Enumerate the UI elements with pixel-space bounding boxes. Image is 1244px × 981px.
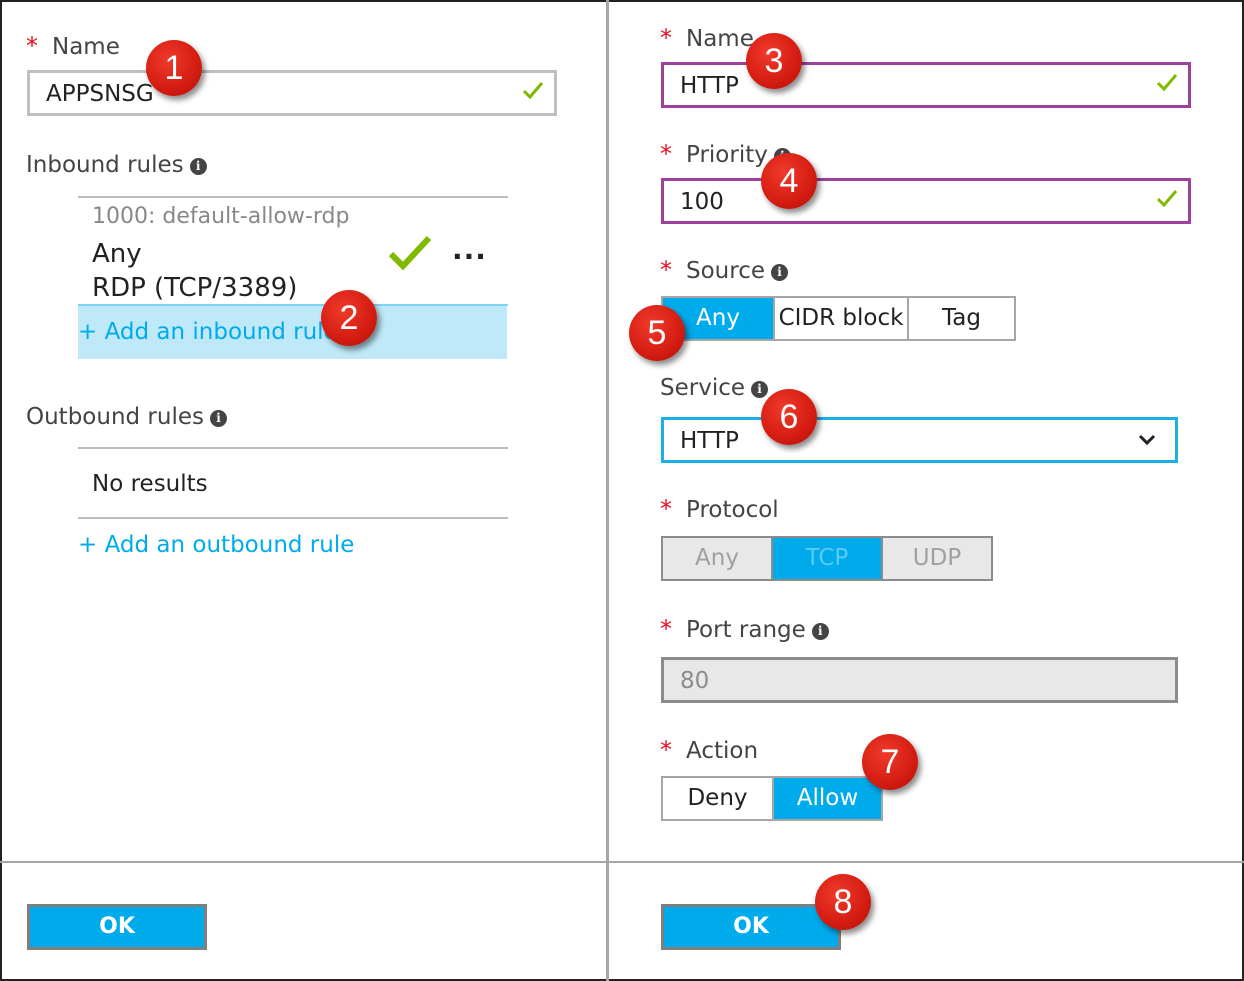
input-value: 100 bbox=[680, 189, 724, 215]
required-asterisk: * bbox=[660, 24, 672, 52]
step-badge-8: 8 bbox=[815, 874, 871, 930]
required-asterisk: * bbox=[660, 140, 672, 168]
more-options-icon[interactable]: ··· bbox=[452, 240, 487, 273]
rule-name-input[interactable]: HTTP bbox=[661, 62, 1191, 108]
action-selector: Deny Allow bbox=[661, 776, 883, 821]
source-selector: Any CIDR block Tag bbox=[661, 296, 1016, 341]
allow-check-icon bbox=[388, 235, 432, 271]
required-asterisk: * bbox=[26, 32, 38, 60]
protocol-selector: Any TCP UDP bbox=[661, 536, 993, 581]
no-results-text: No results bbox=[92, 471, 208, 497]
divider-line bbox=[78, 196, 508, 198]
step-badge-7: 7 bbox=[862, 734, 918, 790]
protocol-label: * Protocol bbox=[660, 495, 779, 523]
label-text: Port range bbox=[686, 617, 806, 643]
footer-divider bbox=[0, 861, 1244, 863]
protocol-option-tcp[interactable]: TCP bbox=[771, 538, 881, 579]
rule-source: Any bbox=[92, 239, 142, 269]
nsg-name-input[interactable]: APPSNSG bbox=[27, 70, 557, 116]
label-text: Outbound rules bbox=[26, 404, 204, 430]
info-icon[interactable]: i bbox=[751, 381, 769, 398]
valid-check-icon bbox=[1156, 190, 1178, 208]
add-outbound-rule-link[interactable]: + Add an outbound rule bbox=[78, 532, 354, 558]
service-dropdown[interactable]: HTTP bbox=[661, 417, 1178, 463]
rule-header: 1000: default-allow-rdp bbox=[92, 204, 350, 229]
rule-name-label: * Name bbox=[660, 24, 754, 52]
source-label: * Source i bbox=[660, 256, 788, 284]
add-inbound-rule-link[interactable]: + Add an inbound rule bbox=[78, 319, 338, 345]
service-label: Service i bbox=[660, 375, 769, 401]
nsg-name-label: * Name bbox=[26, 32, 120, 60]
rule-service: RDP (TCP/3389) bbox=[92, 273, 298, 303]
action-option-deny[interactable]: Deny bbox=[663, 778, 772, 819]
valid-check-icon bbox=[1156, 74, 1178, 92]
required-asterisk: * bbox=[660, 495, 672, 523]
label-text: Inbound rules bbox=[26, 152, 184, 178]
info-icon[interactable]: i bbox=[811, 623, 829, 640]
step-badge-1: 1 bbox=[146, 40, 202, 96]
step-badge-2: 2 bbox=[321, 290, 377, 346]
info-icon[interactable]: i bbox=[771, 264, 788, 281]
protocol-option-any[interactable]: Any bbox=[663, 538, 771, 579]
divider-line bbox=[78, 517, 508, 519]
outbound-rules-label: Outbound rules i bbox=[26, 404, 227, 430]
step-badge-3: 3 bbox=[746, 33, 802, 89]
label-text: Name bbox=[52, 34, 120, 60]
label-text: Source bbox=[686, 258, 765, 284]
source-option-tag[interactable]: Tag bbox=[907, 298, 1014, 339]
action-option-allow[interactable]: Allow bbox=[772, 778, 881, 819]
inbound-rules-label: Inbound rules i bbox=[26, 152, 207, 178]
label-text: Protocol bbox=[686, 497, 779, 523]
info-icon[interactable]: i bbox=[210, 410, 227, 427]
protocol-option-udp[interactable]: UDP bbox=[881, 538, 991, 579]
port-range-label: * Port range i bbox=[660, 615, 829, 643]
required-asterisk: * bbox=[660, 615, 672, 643]
input-value: 80 bbox=[680, 668, 710, 694]
priority-input[interactable]: 100 bbox=[661, 178, 1191, 224]
label-text: Name bbox=[686, 26, 754, 52]
source-option-cidr-block[interactable]: CIDR block bbox=[773, 298, 907, 339]
step-badge-4: 4 bbox=[761, 153, 817, 209]
step-badge-6: 6 bbox=[761, 389, 817, 445]
label-text: Priority bbox=[686, 142, 768, 168]
step-badge-5: 5 bbox=[629, 305, 685, 361]
label-text: Service bbox=[660, 375, 746, 401]
valid-check-icon bbox=[522, 82, 544, 100]
action-label: * Action bbox=[660, 736, 758, 764]
info-icon[interactable]: i bbox=[189, 158, 207, 175]
right-ok-button[interactable]: OK bbox=[661, 904, 841, 950]
input-value: APPSNSG bbox=[46, 81, 154, 107]
add-inbound-rule-row[interactable]: + Add an inbound rule bbox=[78, 306, 507, 359]
divider-line bbox=[78, 447, 508, 449]
port-range-input[interactable]: 80 bbox=[661, 657, 1178, 703]
input-value: HTTP bbox=[680, 73, 739, 99]
chevron-down-icon bbox=[1138, 434, 1156, 446]
panel-divider bbox=[606, 0, 609, 981]
selected-value: HTTP bbox=[680, 428, 739, 454]
required-asterisk: * bbox=[660, 256, 672, 284]
left-ok-button[interactable]: OK bbox=[27, 904, 207, 950]
label-text: Action bbox=[686, 738, 759, 764]
required-asterisk: * bbox=[660, 736, 672, 764]
